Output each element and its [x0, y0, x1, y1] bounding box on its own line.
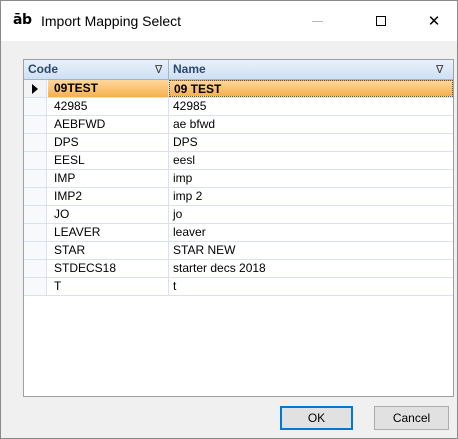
dialog-window: āb Import Mapping Select ✕ Code ∇ Name ∇…: [0, 0, 458, 439]
row-indicator[interactable]: [24, 242, 47, 259]
cell-name[interactable]: t: [169, 278, 453, 295]
title-bar[interactable]: āb Import Mapping Select ✕: [1, 1, 457, 41]
cell-name[interactable]: imp 2: [169, 188, 453, 205]
window-title: Import Mapping Select: [41, 13, 182, 29]
column-header-code-label: Code: [28, 62, 58, 76]
row-indicator[interactable]: [24, 260, 47, 277]
table-row[interactable]: AEBFWD ae bfwd: [24, 116, 453, 134]
cell-code[interactable]: 09TEST: [48, 80, 169, 97]
cell-code[interactable]: IMP: [48, 170, 169, 187]
cell-name[interactable]: 09 TEST: [169, 80, 453, 97]
row-indicator[interactable]: [24, 206, 47, 223]
cell-name[interactable]: leaver: [169, 224, 453, 241]
row-indicator[interactable]: [24, 134, 47, 151]
current-row-arrow-icon: [32, 84, 38, 94]
cell-code[interactable]: AEBFWD: [48, 116, 169, 133]
column-header-code[interactable]: Code: [24, 60, 169, 79]
app-icon: āb: [13, 12, 32, 28]
cell-code[interactable]: 42985: [48, 98, 169, 115]
row-indicator[interactable]: [24, 98, 47, 115]
cell-name[interactable]: starter decs 2018: [169, 260, 453, 277]
row-indicator[interactable]: [24, 170, 47, 187]
table-row[interactable]: IMP imp: [24, 170, 453, 188]
cell-code[interactable]: JO: [48, 206, 169, 223]
cell-code[interactable]: DPS: [48, 134, 169, 151]
cell-code[interactable]: IMP2: [48, 188, 169, 205]
table-row[interactable]: STAR STAR NEW: [24, 242, 453, 260]
close-icon: ✕: [427, 12, 441, 30]
table-row[interactable]: IMP2 imp 2: [24, 188, 453, 206]
cell-code[interactable]: STAR: [48, 242, 169, 259]
mapping-grid[interactable]: Code ∇ Name ∇ 09TEST 09 TEST 42985 42985 AEB…: [23, 59, 454, 397]
table-row[interactable]: LEAVER leaver: [24, 224, 453, 242]
filter-icon[interactable]: ∇: [436, 60, 443, 79]
cell-name[interactable]: STAR NEW: [169, 242, 453, 259]
ok-button[interactable]: OK: [280, 406, 353, 430]
row-indicator[interactable]: [24, 278, 47, 295]
maximize-button[interactable]: [358, 1, 404, 41]
grid-rows: 09TEST 09 TEST 42985 42985 AEBFWD ae bfwd DPS D…: [24, 80, 453, 296]
row-indicator[interactable]: [24, 80, 47, 97]
cell-name[interactable]: 42985: [169, 98, 453, 115]
table-row[interactable]: JO jo: [24, 206, 453, 224]
cell-code[interactable]: LEAVER: [48, 224, 169, 241]
cell-code[interactable]: STDECS18: [48, 260, 169, 277]
table-row[interactable]: DPS DPS: [24, 134, 453, 152]
minimize-icon: [311, 20, 323, 22]
grid-header: Code ∇ Name ∇: [24, 60, 453, 80]
table-row[interactable]: EESL eesl: [24, 152, 453, 170]
cell-name[interactable]: eesl: [169, 152, 453, 169]
cell-code[interactable]: EESL: [48, 152, 169, 169]
table-row[interactable]: Tt: [24, 278, 453, 296]
close-button[interactable]: ✕: [411, 1, 457, 41]
minimize-button[interactable]: [294, 1, 340, 41]
column-header-name[interactable]: Name: [169, 60, 453, 79]
cell-code[interactable]: T: [48, 278, 169, 295]
cell-name[interactable]: ae bfwd: [169, 116, 453, 133]
maximize-icon: [376, 16, 386, 26]
column-header-name-label: Name: [173, 62, 206, 76]
cell-name[interactable]: jo: [169, 206, 453, 223]
cell-name[interactable]: DPS: [169, 134, 453, 151]
row-indicator[interactable]: [24, 188, 47, 205]
filter-icon[interactable]: ∇: [155, 60, 162, 79]
row-indicator[interactable]: [24, 224, 47, 241]
table-row[interactable]: 09TEST 09 TEST: [24, 80, 453, 98]
table-row[interactable]: STDECS18 starter decs 2018: [24, 260, 453, 278]
cancel-button[interactable]: Cancel: [374, 406, 449, 430]
table-row[interactable]: 42985 42985: [24, 98, 453, 116]
row-indicator[interactable]: [24, 116, 47, 133]
cell-name[interactable]: imp: [169, 170, 453, 187]
row-indicator[interactable]: [24, 152, 47, 169]
